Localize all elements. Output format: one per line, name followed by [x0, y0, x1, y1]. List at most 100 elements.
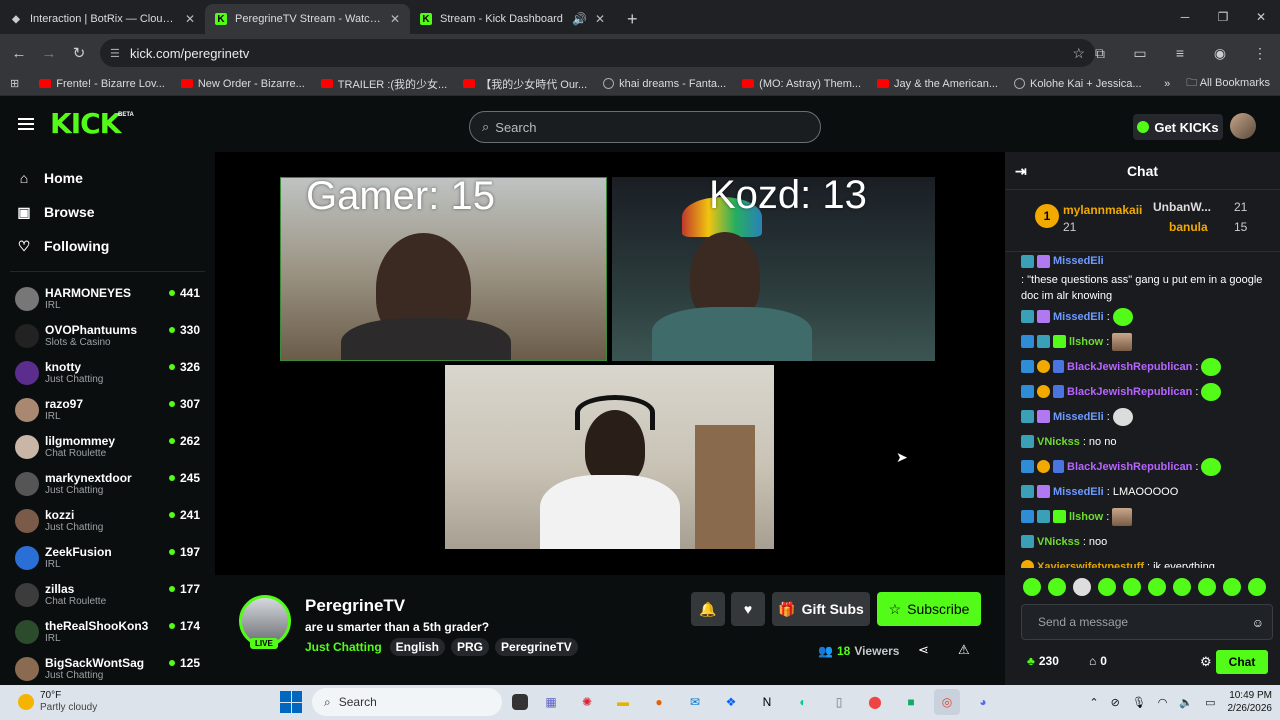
discord-icon[interactable]: ◕: [970, 689, 996, 715]
menu-icon[interactable]: ⋮: [1240, 45, 1280, 62]
cast-icon[interactable]: ▭: [1120, 45, 1160, 62]
sidebar-channel-zillas[interactable]: zillas Chat Roulette 177: [0, 576, 215, 613]
edge-icon[interactable]: ◐: [790, 689, 816, 715]
sidebar-channel-knotty[interactable]: knotty Just Chatting 326: [0, 354, 215, 391]
site-info-icon[interactable]: ☰: [110, 47, 120, 60]
bookmark-item[interactable]: TRAILER :(我的少女...: [320, 76, 447, 92]
leader-name[interactable]: banula: [1169, 220, 1208, 234]
mail-icon[interactable]: ✉: [682, 689, 708, 715]
chat-username[interactable]: Xavierswifetypestuff: [1037, 559, 1144, 569]
bookmark-item[interactable]: Jay & the American...: [877, 78, 998, 90]
network-off-icon[interactable]: ⊘: [1111, 696, 1120, 709]
forward-icon[interactable]: →: [34, 45, 64, 62]
close-icon[interactable]: ✕: [390, 12, 400, 26]
emote-button[interactable]: [1248, 578, 1266, 596]
sidebar-channel-bigsackwontsag[interactable]: BigSackWontSag Just Chatting 125: [0, 650, 215, 687]
close-icon[interactable]: ✕: [595, 12, 605, 26]
profile-icon[interactable]: ◉: [1200, 45, 1240, 62]
more-bookmarks-icon[interactable]: »: [1164, 78, 1170, 90]
send-chat-button[interactable]: Chat: [1216, 650, 1268, 674]
bookmark-item[interactable]: 【我的少女時代 Our...: [463, 76, 587, 92]
speaker-icon[interactable]: 🔊: [572, 12, 587, 26]
emote-button[interactable]: [1123, 578, 1141, 596]
emoji-picker-icon[interactable]: ☺: [1252, 616, 1264, 630]
emote-button[interactable]: [1223, 578, 1241, 596]
bookmark-item[interactable]: Kolohe Kai + Jessica...: [1013, 78, 1142, 90]
report-icon[interactable]: ⚠: [958, 642, 970, 658]
streamer-name[interactable]: PeregrineTV: [305, 596, 405, 616]
stream-category-link[interactable]: Just Chatting: [305, 640, 382, 654]
channel-points[interactable]: ♣ 230: [1027, 654, 1059, 668]
sidebar-channel-zeekfusion[interactable]: ZeekFusion IRL 197: [0, 539, 215, 576]
close-icon[interactable]: ✕: [185, 12, 195, 26]
minimize-icon[interactable]: ─: [1166, 10, 1204, 24]
battery-icon[interactable]: ▭: [1205, 696, 1215, 709]
redeems[interactable]: ⌂ 0: [1089, 654, 1107, 668]
apps-grid-icon[interactable]: ⊞: [10, 77, 19, 90]
reload-icon[interactable]: ↻: [64, 44, 94, 62]
tab-botrix[interactable]: ◆ Interaction | BotRix — Cloud St ✕: [0, 4, 205, 34]
kick-logo[interactable]: KICK: [50, 110, 121, 138]
sidebar-channel-razo97[interactable]: razo97 IRL 307: [0, 391, 215, 428]
notification-bell-button[interactable]: 🔔: [691, 592, 725, 626]
back-icon[interactable]: ←: [4, 45, 34, 62]
new-tab-button[interactable]: +: [615, 4, 650, 34]
hamburger-menu-icon[interactable]: [18, 118, 34, 130]
user-avatar[interactable]: [1230, 113, 1256, 139]
clock[interactable]: 10:49 PM 2/26/2026: [1228, 689, 1273, 715]
video-player[interactable]: Gamer: 15 Kozd: 13 ➤: [215, 152, 1005, 575]
chat-username[interactable]: llshow: [1069, 509, 1103, 525]
chat-username[interactable]: llshow: [1069, 334, 1103, 350]
emote-button[interactable]: [1073, 578, 1091, 596]
close-window-icon[interactable]: ✕: [1242, 10, 1280, 24]
emote-button[interactable]: [1173, 578, 1191, 596]
sidebar-channel-kozzi[interactable]: kozzi Just Chatting 241: [0, 502, 215, 539]
chat-username[interactable]: BlackJewishRepublican: [1067, 359, 1192, 375]
copilot-icon[interactable]: ✺: [574, 689, 600, 715]
file-explorer-icon[interactable]: ▬: [610, 689, 636, 715]
chat-username[interactable]: MissedEli: [1053, 409, 1104, 425]
leader-name[interactable]: mylannmakaii: [1063, 203, 1142, 217]
extensions-icon[interactable]: ⧉: [1080, 45, 1120, 62]
chat-message-input[interactable]: Send a message ☺: [1021, 604, 1273, 640]
weather-widget[interactable]: 70°F Partly cloudy: [18, 690, 97, 714]
search-input[interactable]: ⌕ Search: [469, 111, 821, 143]
sidebar-channel-therealshookon3[interactable]: theRealShooKon3 IRL 174: [0, 613, 215, 650]
tab-kick-dashboard[interactable]: K Stream - Kick Dashboard 🔊 ✕: [410, 4, 615, 34]
notion-icon[interactable]: N: [754, 689, 780, 715]
sidebar-channel-ovophantuums[interactable]: OVOPhantuums Slots & Casino 330: [0, 317, 215, 354]
url-field[interactable]: ☰ kick.com/peregrinetv ☆: [100, 39, 1095, 67]
chat-username[interactable]: MissedEli: [1053, 253, 1104, 269]
chat-username[interactable]: BlackJewishRepublican: [1067, 384, 1192, 400]
taskbar-search[interactable]: ⌕ Search: [312, 688, 502, 716]
follow-button[interactable]: ♥: [731, 592, 765, 626]
media-icon[interactable]: ≡: [1160, 45, 1200, 61]
share-icon[interactable]: ⋖: [918, 642, 929, 658]
wifi-icon[interactable]: ◠: [1158, 696, 1168, 709]
chat-settings-icon[interactable]: ⚙: [1200, 654, 1212, 670]
maps-icon[interactable]: ⬤: [862, 689, 888, 715]
emote-button[interactable]: [1148, 578, 1166, 596]
app-icon[interactable]: ■: [898, 689, 924, 715]
chat-username[interactable]: MissedEli: [1053, 309, 1104, 325]
sidebar-channel-harmoneyes[interactable]: HARMONEYES IRL 441: [0, 280, 215, 317]
get-kicks-button[interactable]: Get KICKs: [1133, 114, 1223, 140]
notepad-icon[interactable]: ▯: [826, 689, 852, 715]
tab-peregrinetv[interactable]: K PeregrineTV Stream - Watch Li ✕: [205, 4, 410, 34]
gift-subs-button[interactable]: 🎁 Gift Subs: [772, 592, 870, 626]
tag-chip[interactable]: PeregrineTV: [495, 638, 578, 656]
sidebar-channel-lilgmommey[interactable]: lilgmommey Chat Roulette 262: [0, 428, 215, 465]
emote-button[interactable]: [1098, 578, 1116, 596]
volume-icon[interactable]: 🔈: [1179, 696, 1193, 709]
sidebar-channel-markynextdoor[interactable]: markynextdoor Just Chatting 245: [0, 465, 215, 502]
chat-username[interactable]: MissedEli: [1053, 484, 1104, 500]
firefox-icon[interactable]: ●: [646, 689, 672, 715]
microphone-icon[interactable]: 🎙: [1132, 696, 1146, 709]
bookmark-item[interactable]: Frente! - Bizarre Lov...: [39, 78, 165, 90]
tag-chip[interactable]: PRG: [451, 638, 490, 656]
emote-button[interactable]: [1023, 578, 1041, 596]
start-button[interactable]: [280, 691, 302, 713]
restore-icon[interactable]: ❐: [1204, 10, 1242, 24]
show-hidden-icons[interactable]: ⌃: [1089, 696, 1098, 709]
leader-name[interactable]: UnbanW...: [1153, 200, 1211, 214]
